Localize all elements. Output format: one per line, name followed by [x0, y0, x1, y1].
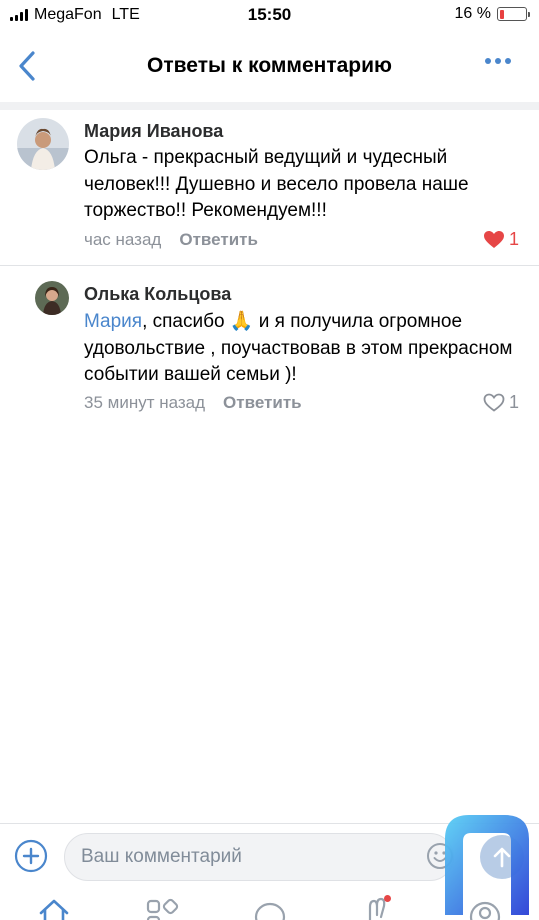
- comment-author[interactable]: Мария Иванова: [84, 121, 223, 142]
- reply-button[interactable]: Ответить: [223, 393, 302, 413]
- status-right: 16 %: [454, 5, 530, 23]
- like-button[interactable]: 1: [483, 229, 519, 250]
- more-dot-icon: [495, 58, 501, 64]
- battery-percent: 16 %: [454, 5, 491, 22]
- heart-outline-icon: [483, 393, 505, 412]
- comment-text: Ольга - прекрасный ведущий и чудесный че…: [84, 147, 469, 221]
- avatar[interactable]: [35, 281, 69, 315]
- more-options-button[interactable]: [485, 58, 511, 64]
- avatar[interactable]: [17, 118, 69, 170]
- more-dot-icon: [485, 58, 491, 64]
- add-attachment-button[interactable]: [14, 839, 48, 873]
- comment-time: час назад: [84, 230, 162, 249]
- nav-services[interactable]: [145, 897, 179, 920]
- notification-dot: [384, 895, 391, 902]
- battery-fill: [499, 9, 504, 19]
- back-button[interactable]: [12, 48, 42, 84]
- home-icon: [39, 899, 69, 920]
- avatar-image: [17, 118, 69, 170]
- comment-time: 35 минут назад: [84, 393, 206, 412]
- header: Ответы к комментарию: [0, 30, 539, 102]
- like-count: 1: [508, 229, 519, 249]
- comment-body: , спасибо 🙏 и я получила огромное удовол…: [84, 311, 513, 385]
- mention-link[interactable]: Мария: [84, 311, 142, 332]
- avatar-image: [35, 281, 69, 315]
- watermark-logo-icon: [445, 815, 529, 915]
- battery-icon: [497, 7, 530, 21]
- nav-messages[interactable]: [253, 897, 287, 920]
- comment-author[interactable]: Олька Кольцова: [84, 284, 231, 305]
- more-dot-icon: [505, 58, 511, 64]
- comment-text: Мария, спасибо 🙏 и я получила огромное у…: [84, 309, 524, 389]
- comment-item: Олька Кольцова Мария, спасибо 🙏 и я полу…: [0, 266, 539, 426]
- like-button[interactable]: 1: [483, 392, 519, 413]
- page-title: Ответы к комментарию: [147, 54, 392, 77]
- nav-home[interactable]: [37, 897, 71, 920]
- services-icon: [146, 898, 179, 920]
- watermark-logo: [441, 811, 533, 915]
- plus-circle-icon: [14, 839, 48, 873]
- reply-button[interactable]: Ответить: [179, 230, 258, 250]
- comment-meta: час назад Ответить: [84, 230, 258, 250]
- comment-meta: 35 минут назад Ответить: [84, 393, 302, 413]
- like-count: 1: [508, 392, 519, 412]
- comment-input[interactable]: Ваш комментарий: [64, 833, 454, 881]
- heart-filled-icon: [483, 231, 504, 248]
- nav-clips[interactable]: [360, 895, 394, 920]
- chevron-left-icon: [19, 51, 35, 81]
- comment-input-placeholder: Ваш комментарий: [81, 846, 242, 867]
- status-bar: MegaFon LTE 15:50 16 %: [0, 0, 539, 30]
- comment-item: Мария Иванова Ольга - прекрасный ведущий…: [0, 110, 539, 266]
- message-icon: [254, 902, 286, 920]
- header-divider: [0, 102, 539, 110]
